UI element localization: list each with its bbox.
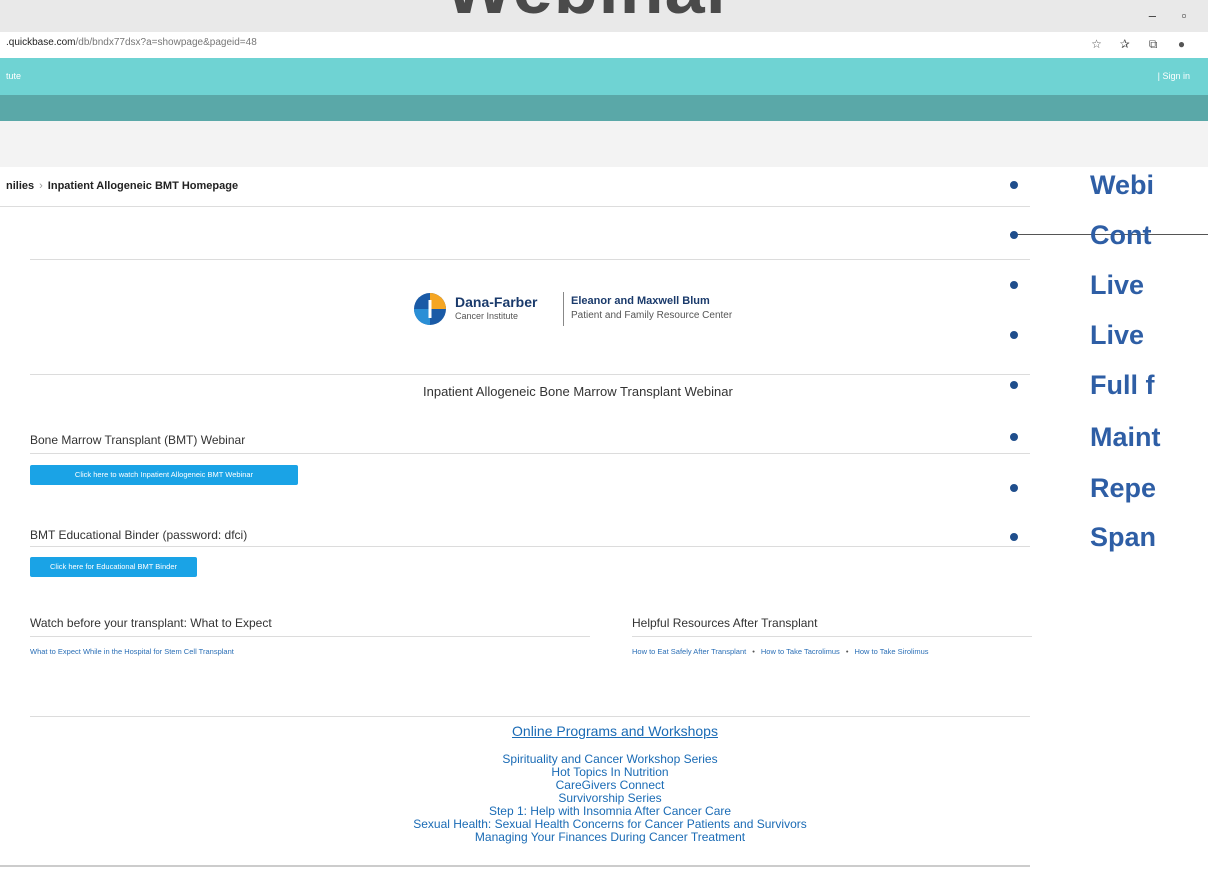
url-domain: .quickbase.com xyxy=(6,37,76,48)
divider xyxy=(30,636,590,637)
bullet-text: Cont xyxy=(1090,220,1152,250)
sirolimus-link[interactable]: How to Take Sirolimus xyxy=(854,647,928,656)
bullet-text: Full f xyxy=(1090,370,1155,400)
divider xyxy=(30,374,1030,375)
bullet-text: Webi xyxy=(1090,170,1155,200)
logo-divider xyxy=(563,292,564,326)
profile-icon[interactable]: ● xyxy=(1169,37,1194,51)
bullet-text: Repe xyxy=(1090,473,1157,503)
after-transplant-links: How to Eat Safely After Transplant • How t… xyxy=(632,647,929,656)
bullet-item: Cont xyxy=(1010,220,1208,250)
bullet-dot xyxy=(1010,433,1018,441)
divider xyxy=(30,716,1030,717)
bullet-dot xyxy=(1010,484,1018,492)
bullet-dot xyxy=(1010,331,1018,339)
bullet-dot xyxy=(1010,381,1018,389)
divider xyxy=(30,259,1030,260)
binder-section-title: BMT Educational Binder (password: dfci) xyxy=(30,528,248,542)
bullet-item: Live xyxy=(1010,320,1208,350)
dana-farber-logo-icon xyxy=(414,293,446,325)
divider xyxy=(632,636,1032,637)
dana-farber-logo: Dana-Farber Cancer Institute Eleanor and… xyxy=(413,288,813,332)
divider xyxy=(0,206,1030,207)
bullet-text: Span xyxy=(1090,522,1157,552)
bullet-item: Full f xyxy=(1010,370,1208,400)
minimize-button[interactable]: – xyxy=(1138,8,1166,23)
logo-subname: Cancer Institute xyxy=(455,311,519,321)
app-name[interactable]: tute xyxy=(6,71,21,81)
divider xyxy=(0,865,1030,867)
bullet-text: Live xyxy=(1090,320,1145,350)
bullet-text: Live xyxy=(1090,270,1145,300)
online-programs-link[interactable]: Online Programs and Workshops xyxy=(0,723,1208,739)
tacrolimus-link[interactable]: How to Take Tacrolimus xyxy=(761,647,840,656)
page-title: Inpatient Allogeneic Bone Marrow Transpl… xyxy=(423,384,733,399)
bullet-item: Maint xyxy=(1010,422,1208,452)
what-to-expect-link[interactable]: What to Expect While in the Hospital for… xyxy=(30,647,234,656)
browser-toolbar: ☆ ✰ ⧉ ● xyxy=(1084,37,1194,52)
address-bar[interactable]: .quickbase.com/db/bndx77dsx?a=showpage&p… xyxy=(0,32,1208,59)
app-subheader xyxy=(0,95,1208,121)
bullet-dot xyxy=(1010,181,1018,189)
resource-center-sub: Patient and Family Resource Center xyxy=(571,310,733,321)
page-toolbar xyxy=(0,121,1208,167)
bullet-item: Live xyxy=(1010,270,1208,300)
program-link-finances[interactable]: Managing Your Finances During Cancer Tre… xyxy=(0,831,1208,844)
bullet-text: Maint xyxy=(1090,422,1161,452)
logo-name: Dana-Farber xyxy=(455,294,538,310)
link-separator: • xyxy=(752,647,755,656)
collections-icon[interactable]: ⧉ xyxy=(1141,37,1166,52)
watch-webinar-button[interactable]: Click here to watch Inpatient Allogeneic… xyxy=(30,465,298,485)
resource-center-name: Eleanor and Maxwell Blum xyxy=(571,295,710,307)
breadcrumb-parent[interactable]: nilies xyxy=(6,180,34,192)
star-icon[interactable]: ☆ xyxy=(1084,37,1109,51)
bullet-dot xyxy=(1010,281,1018,289)
breadcrumb: nilies › Inpatient Allogeneic BMT Homepage xyxy=(6,180,238,192)
after-transplant-title: Helpful Resources After Transplant xyxy=(632,616,818,630)
restore-button[interactable]: ▫ xyxy=(1170,8,1198,23)
webinar-section-title: Bone Marrow Transplant (BMT) Webinar xyxy=(30,433,246,447)
before-transplant-title: Watch before your transplant: What to Ex… xyxy=(30,616,272,630)
breadcrumb-current: Inpatient Allogeneic BMT Homepage xyxy=(47,180,239,192)
divider xyxy=(30,453,1030,454)
favorites-icon[interactable]: ✰ xyxy=(1112,37,1137,51)
educational-binder-button[interactable]: Click here for Educational BMT Binder xyxy=(30,557,197,577)
eat-safely-link[interactable]: How to Eat Safely After Transplant xyxy=(632,647,746,656)
url-text[interactable]: .quickbase.com/db/bndx77dsx?a=showpage&p… xyxy=(6,37,257,48)
divider xyxy=(30,546,1030,547)
breadcrumb-separator: › xyxy=(39,180,43,192)
url-path: /db/bndx77dsx?a=showpage&pageid=48 xyxy=(75,37,257,48)
slide-title: Webinar xyxy=(445,0,735,30)
bullet-item: Span xyxy=(1010,522,1208,552)
bullet-item: Repe xyxy=(1010,473,1208,503)
bullet-dot xyxy=(1010,231,1018,239)
bullet-item: Webi xyxy=(1010,170,1208,200)
link-separator: • xyxy=(845,647,849,656)
bullet-dot xyxy=(1010,533,1018,541)
app-header: tute | Sign in xyxy=(0,58,1208,95)
sign-in-link[interactable]: | Sign in xyxy=(1158,71,1190,81)
window-controls: – ▫ xyxy=(1138,8,1198,23)
